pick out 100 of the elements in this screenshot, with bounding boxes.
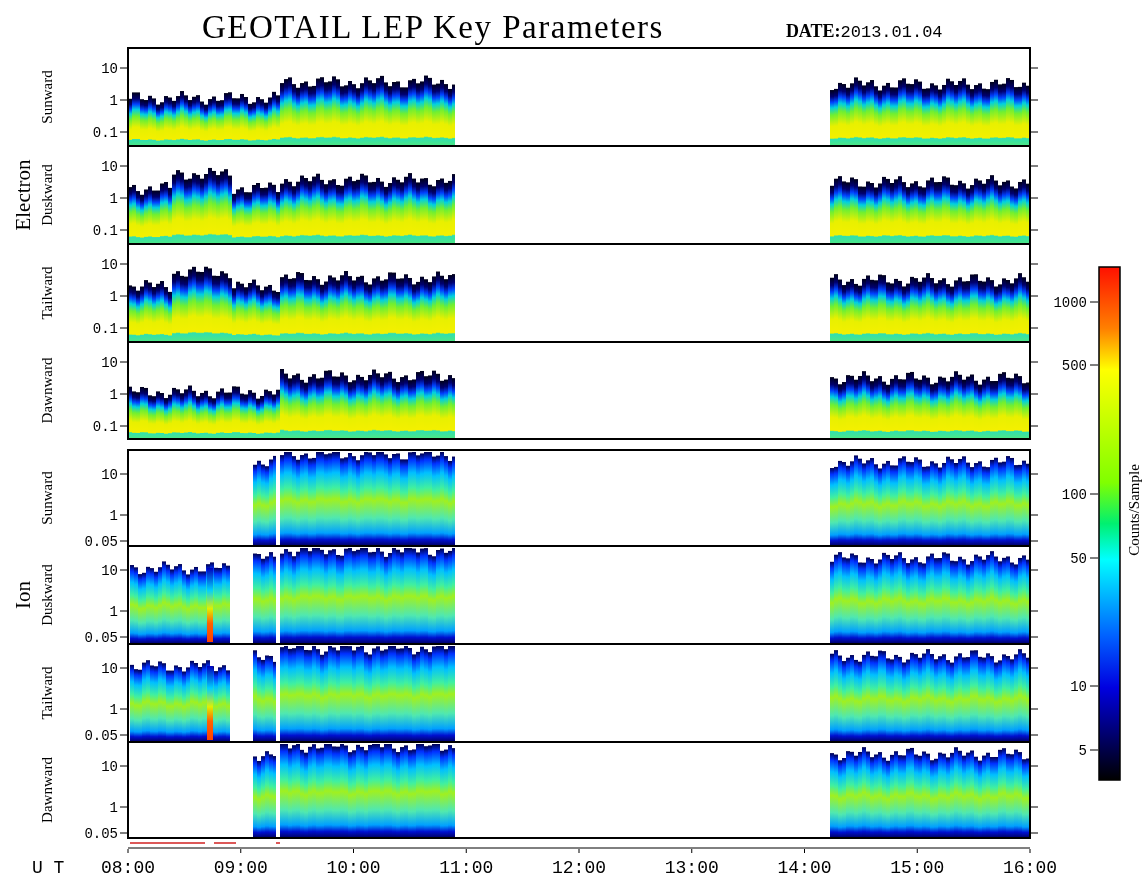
y-tick-label: 10	[101, 257, 118, 273]
tick-mark	[353, 848, 354, 854]
y-tick-label: 10	[101, 661, 118, 677]
tick-mark	[119, 361, 128, 363]
y-tick-label: 10	[101, 61, 118, 77]
y-tick-label: 0.1	[92, 321, 118, 337]
tick-mark	[119, 765, 128, 767]
tick-mark	[119, 473, 128, 475]
y-tick-label: 0.05	[84, 534, 118, 550]
y-tick-label: 1	[109, 800, 118, 816]
y-tick-label: 1	[109, 604, 118, 620]
x-tick-label: 10:00	[326, 858, 381, 878]
gap-marker	[213, 842, 237, 844]
tick-mark	[119, 131, 128, 133]
tick-mark	[1089, 301, 1099, 303]
scale-tick-label: 50	[1070, 551, 1087, 567]
tick-mark	[119, 99, 128, 101]
y-tick-label: 1	[109, 387, 118, 403]
tick-mark	[1030, 67, 1039, 69]
scale-tick-label: 5	[1078, 743, 1087, 759]
tick-mark	[240, 848, 242, 854]
x-tick-label: 08:00	[101, 858, 155, 878]
tick-mark	[119, 67, 128, 69]
panel-label: Tailward	[39, 666, 55, 720]
y-tick-label: 10	[101, 467, 118, 483]
panel-label: Duskward	[39, 564, 55, 626]
tick-mark	[119, 425, 128, 427]
gap-marker	[275, 842, 281, 844]
panel-label: Sunward	[39, 471, 55, 525]
y-tick-label: 1	[109, 702, 118, 718]
tick-mark	[1030, 229, 1039, 231]
y-tick-label: 10	[101, 355, 118, 371]
y-tick-label: 0.1	[92, 223, 118, 239]
tick-mark	[119, 540, 128, 542]
tick-mark	[119, 393, 128, 395]
tick-mark	[1030, 425, 1039, 427]
scale-tick-label: 1000	[1053, 295, 1087, 311]
y-tick-label: 0.05	[84, 826, 118, 842]
tick-mark	[1030, 361, 1039, 363]
y-tick-label: 0.1	[92, 125, 118, 141]
tick-mark	[1030, 327, 1039, 329]
tick-mark	[1089, 557, 1099, 559]
tick-mark	[1030, 131, 1039, 133]
x-tick-label: 11:00	[439, 858, 494, 878]
y-tick-label: 10	[101, 759, 118, 775]
tick-mark	[1030, 708, 1039, 710]
tick-mark	[691, 848, 693, 854]
panel-label: Tailward	[39, 266, 55, 320]
y-tick-label: 1	[109, 191, 118, 207]
tick-mark	[119, 514, 128, 516]
tick-mark	[119, 610, 128, 612]
tick-mark	[1030, 734, 1039, 736]
tick-mark	[1030, 610, 1039, 612]
tick-mark	[119, 197, 128, 199]
y-tick-label: 0.1	[92, 419, 118, 435]
tick-mark	[1030, 263, 1039, 265]
panel-label: Dawnward	[39, 357, 55, 424]
scale-tick-label: 100	[1061, 487, 1087, 503]
tick-mark	[1030, 806, 1039, 808]
tick-mark	[119, 165, 128, 167]
tick-mark	[119, 832, 128, 834]
date-text: DATE:2013.01.04	[785, 21, 943, 44]
chart-title: GEOTAIL LEP Key Parameters	[202, 9, 664, 46]
x-tick-label: 16:00	[1003, 858, 1057, 878]
tick-mark	[127, 848, 129, 854]
tick-mark	[1030, 540, 1039, 542]
tick-mark	[1030, 393, 1039, 395]
x-tick-label: 15:00	[890, 858, 945, 878]
scale-tick-label: 500	[1061, 358, 1087, 374]
y-tick-label: 1	[109, 93, 118, 109]
y-tick-label: 0.05	[84, 630, 118, 646]
scale-tick-label: 10	[1070, 679, 1087, 695]
tick-mark	[119, 263, 128, 265]
y-tick-label: 10	[101, 159, 118, 175]
tick-mark	[804, 848, 805, 854]
panel-label: Sunward	[39, 70, 55, 124]
tick-mark	[119, 734, 128, 736]
panel-label: Dawnward	[39, 757, 55, 823]
tick-mark	[1030, 514, 1039, 516]
y-tick-label: 1	[109, 508, 118, 524]
x-tick-label: 09:00	[213, 858, 268, 878]
tick-mark	[1089, 364, 1099, 366]
x-tick-label: 12:00	[552, 858, 606, 878]
tick-mark	[119, 806, 128, 808]
scale-label: Counts/Sample	[1126, 464, 1142, 556]
tick-mark	[1030, 165, 1039, 167]
tick-mark	[1089, 749, 1099, 751]
tick-mark	[119, 667, 128, 669]
y-tick-label: 10	[101, 563, 118, 579]
tick-mark	[1029, 848, 1031, 854]
y-tick-label: 0.05	[84, 728, 118, 744]
tick-mark	[1030, 473, 1039, 475]
tick-mark	[1089, 685, 1099, 687]
tick-mark	[1089, 493, 1099, 495]
tick-mark	[1030, 569, 1039, 571]
group-label: Electron	[11, 159, 35, 231]
tick-mark	[119, 295, 128, 297]
x-tick-label: 13:00	[664, 858, 719, 878]
panel-label: Duskward	[39, 164, 55, 226]
tick-mark	[465, 848, 467, 854]
